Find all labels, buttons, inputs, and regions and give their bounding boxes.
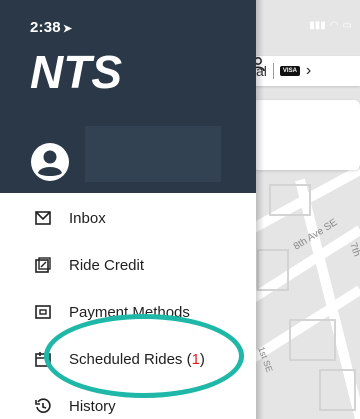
drawer-header: 2:38 ➤ NTS (0, 0, 256, 193)
map-card[interactable] (252, 100, 360, 170)
chevron-right-icon[interactable]: › (306, 62, 311, 80)
status-bar-icons: ▮▮▮ ◠ ▭ (309, 20, 352, 31)
signal-icon: ▮▮▮ (309, 20, 326, 31)
wifi-icon: ◠ (329, 20, 339, 31)
menu-item-inbox[interactable]: Inbox (0, 198, 256, 238)
visa-card-icon[interactable]: VISA (279, 66, 300, 76)
ride-credit-icon (34, 256, 52, 274)
battery-icon: ▭ (342, 20, 352, 31)
logo-text: NTS (30, 48, 122, 98)
mail-icon (34, 209, 52, 227)
divider (272, 63, 274, 79)
location-arrow-icon: ➤ (62, 23, 73, 35)
nts-logo: NTS (30, 48, 122, 98)
menu-item-label: History (69, 397, 116, 415)
status-time: 2:38 ➤ (30, 19, 72, 36)
highlight-circle-annotation (44, 314, 244, 398)
menu-item-label: Ride Credit (69, 256, 145, 274)
user-name-redacted (85, 126, 221, 182)
time-text: 2:38 (30, 19, 61, 36)
drawer-shadow (256, 0, 264, 419)
user-circle-icon[interactable] (30, 142, 70, 182)
history-icon (34, 397, 52, 415)
menu-item-ride-credit[interactable]: Ride Credit (0, 245, 256, 285)
menu-item-label: Inbox (69, 209, 106, 227)
payment-icon (34, 303, 52, 321)
